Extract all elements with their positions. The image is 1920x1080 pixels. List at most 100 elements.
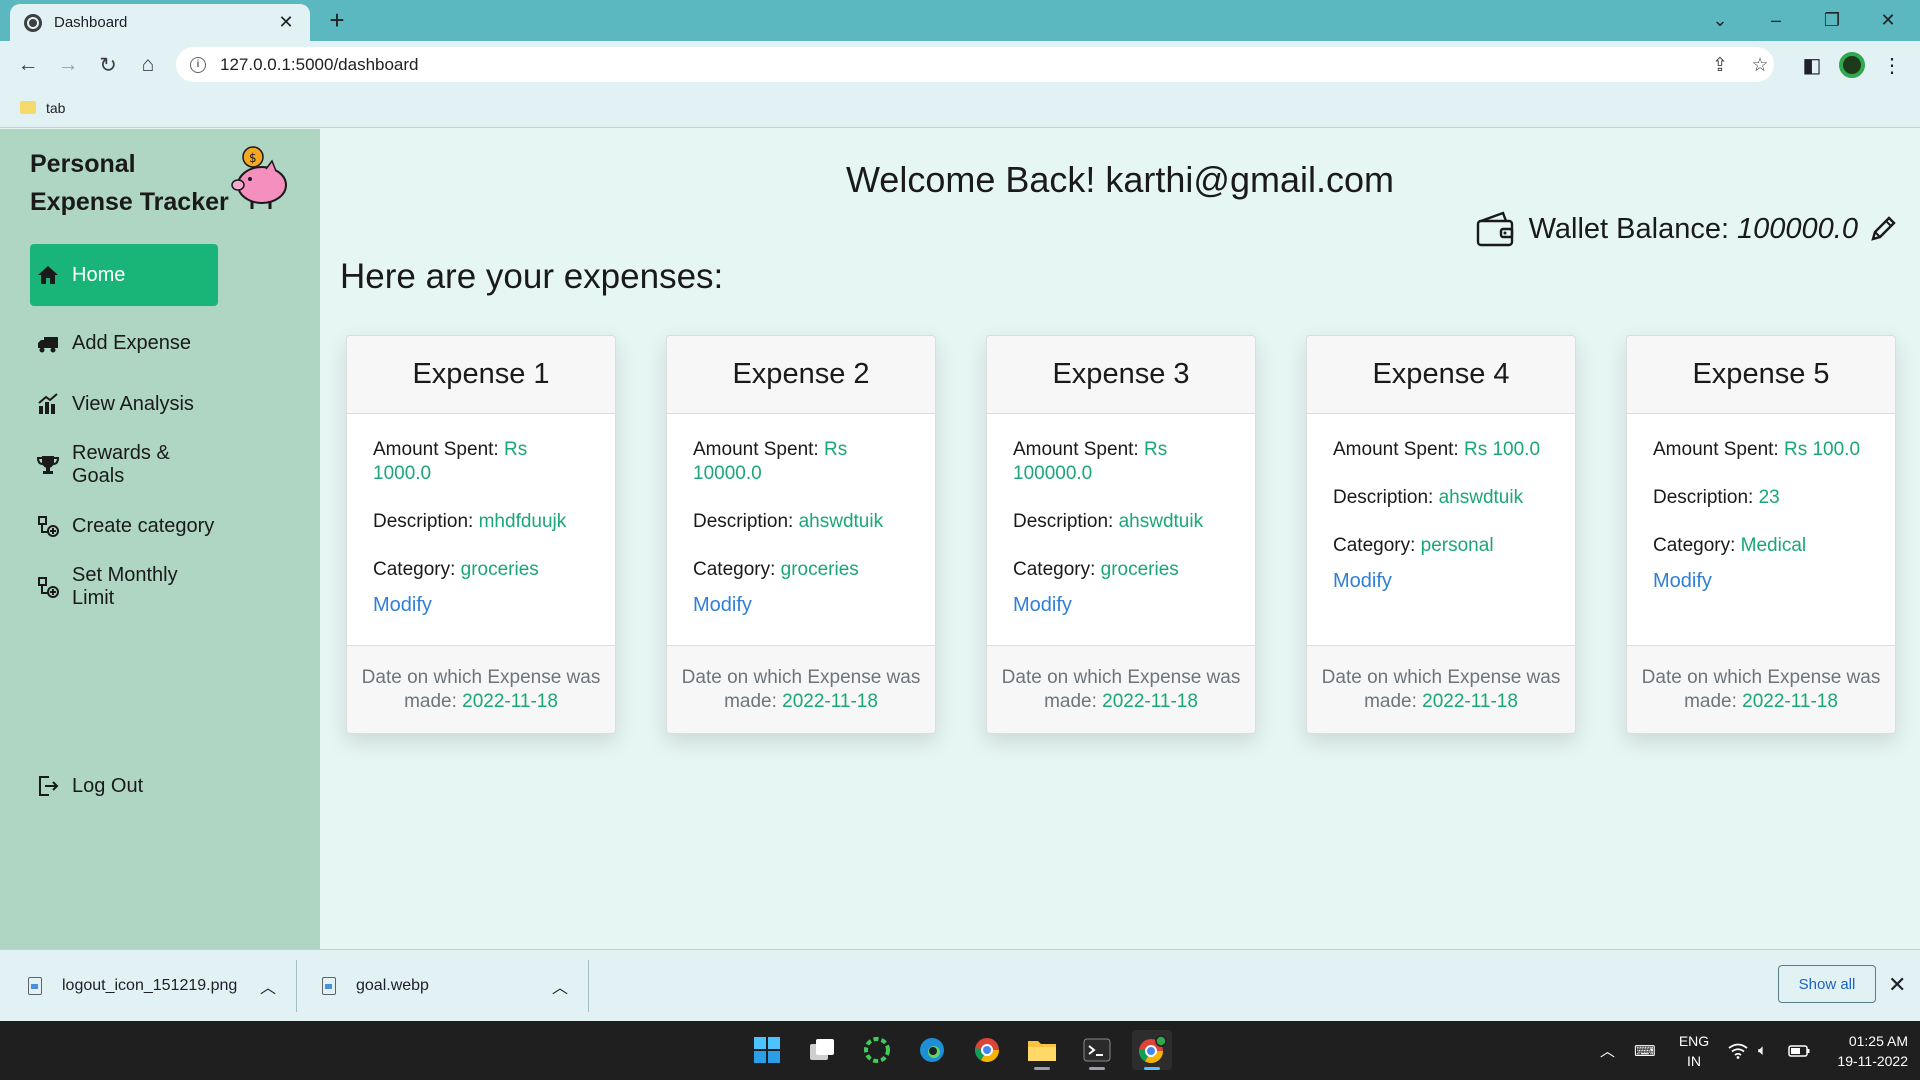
share-icon[interactable]: ⇪ — [1708, 53, 1732, 77]
home-page-icon[interactable]: ⌂ — [132, 49, 164, 81]
volume-icon[interactable]: 🔈︎ — [1758, 1021, 1767, 1080]
running-indicator — [1089, 1067, 1105, 1070]
amount-field: Amount Spent: Rs 100.0 — [1653, 438, 1869, 462]
profile-avatar[interactable] — [1836, 49, 1868, 81]
amount-value: Rs 100.0 — [1783, 439, 1861, 460]
forward-icon[interactable]: → — [52, 49, 84, 81]
restore-icon[interactable]: ❐ — [1804, 0, 1860, 41]
task-view-icon[interactable] — [802, 1030, 842, 1070]
site-info-icon[interactable]: i — [190, 56, 206, 73]
close-downloads-icon[interactable]: ✕ — [1888, 972, 1906, 998]
clock-date: 19-11-2022 — [1837, 1053, 1908, 1069]
sidebar-item-set-monthly-limit[interactable]: Set Monthly Limit — [30, 556, 218, 618]
menu-kebab-icon[interactable]: ⋮ — [1876, 49, 1908, 81]
chrome-browser-icon[interactable] — [967, 1030, 1007, 1070]
description-value: ahswdtuik — [1438, 487, 1524, 508]
expense-card-title: Expense 4 — [1307, 336, 1575, 414]
amount-label: Amount Spent: — [1013, 439, 1139, 460]
download-item[interactable]: logout_icon_151219.png ︿ — [28, 950, 286, 1022]
wallet-label: Wallet Balance: — [1528, 212, 1730, 245]
pencil-icon[interactable] — [1868, 214, 1898, 244]
sidebar-item-rewards-goals[interactable]: Rewards & Goals — [30, 434, 218, 496]
sidebar-item-add-expense[interactable]: Add Expense — [30, 312, 218, 374]
bookmark-folder-tab[interactable]: tab — [46, 100, 65, 116]
expense-card-footer: Date on which Expense was made: 2022-11-… — [1307, 645, 1575, 733]
back-icon[interactable]: ← — [12, 49, 44, 81]
category-value: groceries — [780, 559, 859, 580]
sidebar-item-label: View Analysis — [72, 392, 194, 415]
tray-overflow-icon[interactable]: ︿ — [1600, 1021, 1615, 1080]
chevron-up-icon[interactable]: ︿ — [260, 974, 276, 998]
category-field: Category: groceries — [1013, 558, 1229, 582]
os-taskbar: ︿ ⌨ ENG IN 🔈︎ 01:25 AM 19-11-2022 — [0, 1021, 1920, 1080]
sidebar: Personal Expense Tracker $ Home Add Expe… — [0, 129, 320, 949]
description-value: ahswdtuik — [798, 511, 884, 532]
svg-text:$: $ — [249, 151, 257, 165]
expense-card-title: Expense 2 — [667, 336, 935, 414]
url-text[interactable]: 127.0.0.1:5000/dashboard — [220, 55, 419, 75]
running-indicator — [1034, 1067, 1050, 1070]
category-field: Category: groceries — [373, 558, 589, 582]
category-value: groceries — [460, 559, 539, 580]
edge-browser-icon[interactable] — [912, 1030, 952, 1070]
category-label: Category: — [1333, 535, 1416, 556]
tab-search-icon[interactable]: ⌄ — [1692, 0, 1748, 41]
wifi-icon[interactable] — [1728, 1021, 1748, 1080]
terminal-icon[interactable] — [1077, 1030, 1117, 1070]
windows-start-icon[interactable] — [747, 1030, 787, 1070]
side-panel-icon[interactable]: ◧ — [1796, 49, 1828, 81]
truck-icon — [36, 331, 60, 355]
window-close-icon[interactable]: ✕ — [1860, 0, 1916, 41]
expenses-subheading: Here are your expenses: — [340, 257, 724, 296]
input-language[interactable]: ENG IN — [1672, 1031, 1716, 1071]
reload-icon[interactable]: ↻ — [92, 49, 124, 81]
modify-link[interactable]: Modify — [1653, 570, 1869, 593]
modify-link[interactable]: Modify — [1333, 570, 1549, 593]
logout-button[interactable]: Log Out — [30, 755, 218, 817]
date-value: 2022-11-18 — [1422, 690, 1518, 712]
minimize-icon[interactable]: – — [1748, 0, 1804, 41]
description-field: Description: mhdfduujk — [373, 510, 589, 534]
show-all-button[interactable]: Show all — [1778, 965, 1876, 1003]
system-clock[interactable]: 01:25 AM 19-11-2022 — [1818, 1031, 1908, 1071]
amount-field: Amount Spent: Rs 1000.0 — [373, 438, 589, 486]
modify-link[interactable]: Modify — [1013, 594, 1229, 617]
browser-tab[interactable]: Dashboard ✕ — [10, 4, 310, 41]
loader-app-icon[interactable] — [857, 1030, 897, 1070]
bookmark-star-icon[interactable]: ☆ — [1748, 53, 1772, 77]
file-icon — [28, 977, 42, 995]
globe-icon — [24, 13, 42, 32]
expense-card-footer: Date on which Expense was made: 2022-11-… — [347, 645, 615, 733]
modify-link[interactable]: Modify — [693, 594, 909, 617]
chevron-up-icon[interactable]: ︿ — [552, 974, 568, 998]
address-bar[interactable]: i 127.0.0.1:5000/dashboard ⇪ ☆ — [176, 47, 1774, 82]
download-item[interactable]: goal.webp ︿ — [322, 950, 574, 1022]
sidebar-item-label: Set Monthly Limit — [72, 564, 178, 609]
expense-card-footer: Date on which Expense was made: 2022-11-… — [1627, 645, 1895, 733]
expense-card: Expense 3 Amount Spent: Rs 100000.0 Desc… — [986, 335, 1256, 734]
main-content: Welcome Back! karthi@gmail.com Wallet Ba… — [320, 129, 1920, 949]
lang-line-2: IN — [1687, 1053, 1701, 1069]
modify-link[interactable]: Modify — [373, 594, 589, 617]
description-value: mhdfduujk — [478, 511, 567, 532]
keyboard-icon[interactable]: ⌨ — [1634, 1021, 1656, 1080]
sidebar-item-home[interactable]: Home — [30, 244, 218, 306]
close-tab-icon[interactable]: ✕ — [276, 12, 296, 33]
amount-field: Amount Spent: Rs 100000.0 — [1013, 438, 1229, 486]
amount-label: Amount Spent: — [693, 439, 819, 460]
amount-label: Amount Spent: — [1333, 439, 1459, 460]
category-label: Category: — [373, 559, 456, 580]
sidebar-item-view-analysis[interactable]: View Analysis — [30, 373, 218, 435]
brand-line-1: Personal — [30, 150, 136, 178]
file-explorer-icon[interactable] — [1022, 1030, 1062, 1070]
divider — [588, 960, 589, 1012]
battery-icon[interactable] — [1788, 1021, 1810, 1080]
new-tab-button[interactable]: + — [322, 6, 352, 36]
folder-icon — [20, 101, 36, 114]
amount-field: Amount Spent: Rs 100.0 — [1333, 438, 1549, 462]
brand-line-2: Expense Tracker — [30, 188, 229, 216]
chrome-active-icon[interactable] — [1132, 1030, 1172, 1070]
bookmarks-bar: tab — [0, 88, 1920, 128]
sidebar-item-create-category[interactable]: Create category — [30, 495, 218, 557]
tab-title: Dashboard — [54, 14, 128, 31]
